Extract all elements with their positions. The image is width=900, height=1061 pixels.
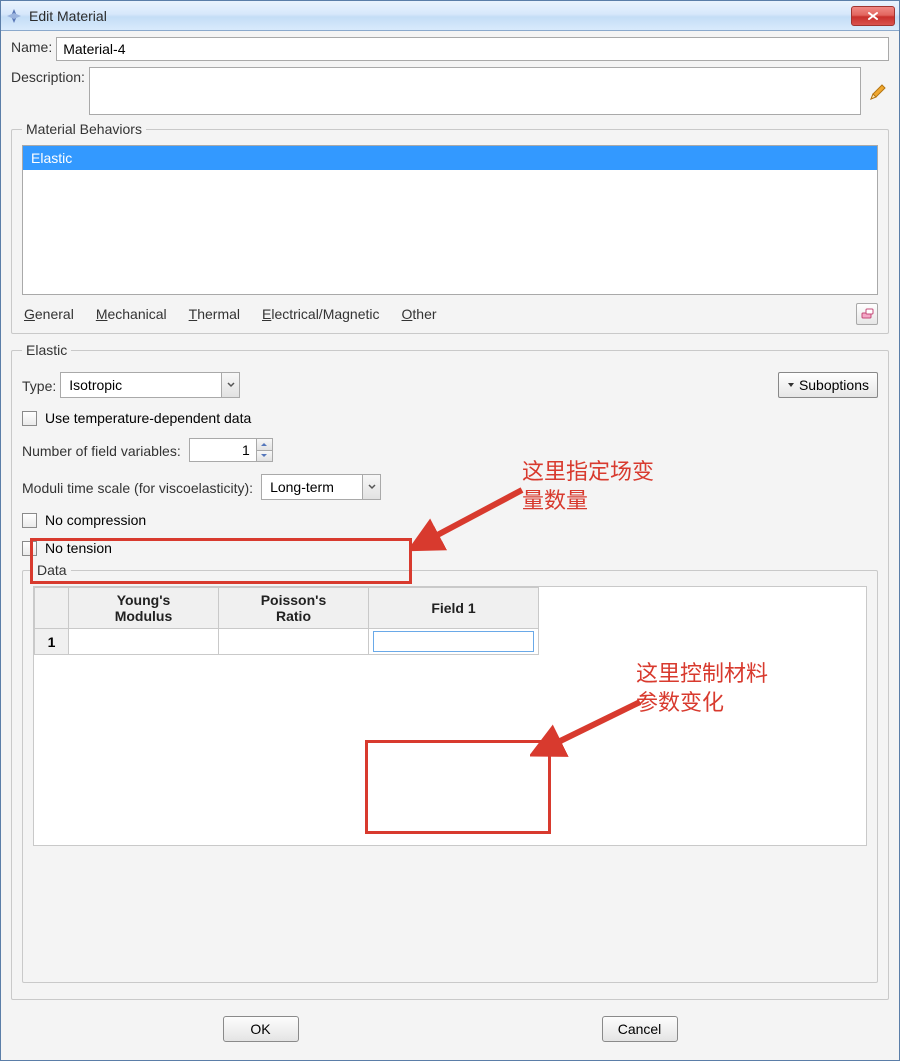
suboptions-button[interactable]: Suboptions — [778, 372, 878, 398]
dialog-button-row: OK Cancel — [11, 1008, 889, 1050]
no-tension-checkbox[interactable] — [22, 541, 37, 556]
use-temperature-label: Use temperature-dependent data — [45, 410, 251, 426]
spinner-down-button[interactable] — [257, 451, 272, 462]
dialog-content: Name: Description: Material Behaviors El… — [1, 31, 899, 1060]
col-header-field1[interactable]: Field 1 — [369, 588, 539, 629]
data-group: Data Young's Modulus Poisson's Ratio Fie… — [22, 562, 878, 983]
ok-button[interactable]: OK — [223, 1016, 299, 1042]
menu-electrical[interactable]: Electrical/Magnetic — [260, 304, 382, 324]
material-behaviors-group: Material Behaviors Elastic General Mecha… — [11, 121, 889, 334]
row-header-blank — [35, 588, 69, 629]
description-input[interactable] — [89, 67, 861, 115]
edit-description-icon[interactable] — [867, 81, 889, 103]
cell-young[interactable] — [69, 629, 219, 655]
name-label: Name: — [11, 37, 52, 55]
row-number: 1 — [35, 629, 69, 655]
type-select[interactable]: Isotropic — [60, 372, 240, 398]
delete-behavior-button[interactable] — [856, 303, 878, 325]
table-row[interactable]: 1 — [35, 629, 539, 655]
col-header-poisson[interactable]: Poisson's Ratio — [219, 588, 369, 629]
moduli-time-scale-label: Moduli time scale (for viscoelasticity): — [22, 478, 253, 496]
dialog-window: Edit Material Name: Description: Materia… — [0, 0, 900, 1061]
type-label: Type: — [22, 376, 56, 394]
menu-other[interactable]: Other — [400, 304, 439, 324]
data-table[interactable]: Young's Modulus Poisson's Ratio Field 1 … — [34, 587, 539, 655]
moduli-time-scale-value: Long-term — [262, 479, 362, 495]
cell-field1[interactable] — [369, 629, 539, 655]
description-label: Description: — [11, 67, 85, 85]
menu-thermal[interactable]: Thermal — [187, 304, 242, 324]
menu-general[interactable]: General — [22, 304, 76, 324]
col-header-young[interactable]: Young's Modulus — [69, 588, 219, 629]
elastic-group: Elastic Type: Isotropic Suboptions Use t… — [11, 342, 889, 1000]
chevron-down-icon — [221, 373, 239, 397]
suboptions-label: Suboptions — [799, 377, 869, 393]
app-icon — [5, 7, 23, 25]
no-tension-label: No tension — [45, 540, 112, 556]
number-field-variables-label: Number of field variables: — [22, 441, 181, 459]
type-value: Isotropic — [61, 377, 221, 393]
behavior-menu-bar: General Mechanical Thermal Electrical/Ma… — [22, 303, 878, 325]
cell-poisson[interactable] — [219, 629, 369, 655]
cancel-button[interactable]: Cancel — [602, 1016, 678, 1042]
behaviors-list[interactable]: Elastic — [22, 145, 878, 295]
elastic-legend: Elastic — [22, 342, 71, 358]
number-field-variables-input[interactable] — [190, 439, 256, 461]
no-compression-label: No compression — [45, 512, 146, 528]
menu-mechanical[interactable]: Mechanical — [94, 304, 169, 324]
spinner-up-button[interactable] — [257, 439, 272, 451]
cell-field1-editor[interactable] — [373, 631, 534, 652]
data-table-area: Young's Modulus Poisson's Ratio Field 1 … — [33, 586, 867, 846]
no-compression-checkbox[interactable] — [22, 513, 37, 528]
name-input[interactable] — [56, 37, 889, 61]
moduli-time-scale-select[interactable]: Long-term — [261, 474, 381, 500]
window-title: Edit Material — [29, 8, 851, 24]
triangle-down-icon — [787, 381, 795, 389]
data-legend: Data — [33, 562, 71, 578]
title-bar: Edit Material — [1, 1, 899, 31]
use-temperature-checkbox[interactable] — [22, 411, 37, 426]
material-behaviors-legend: Material Behaviors — [22, 121, 146, 137]
chevron-down-icon — [362, 475, 380, 499]
behavior-item-elastic[interactable]: Elastic — [23, 146, 877, 170]
number-field-variables-spinner[interactable] — [189, 438, 273, 462]
close-button[interactable] — [851, 6, 895, 26]
